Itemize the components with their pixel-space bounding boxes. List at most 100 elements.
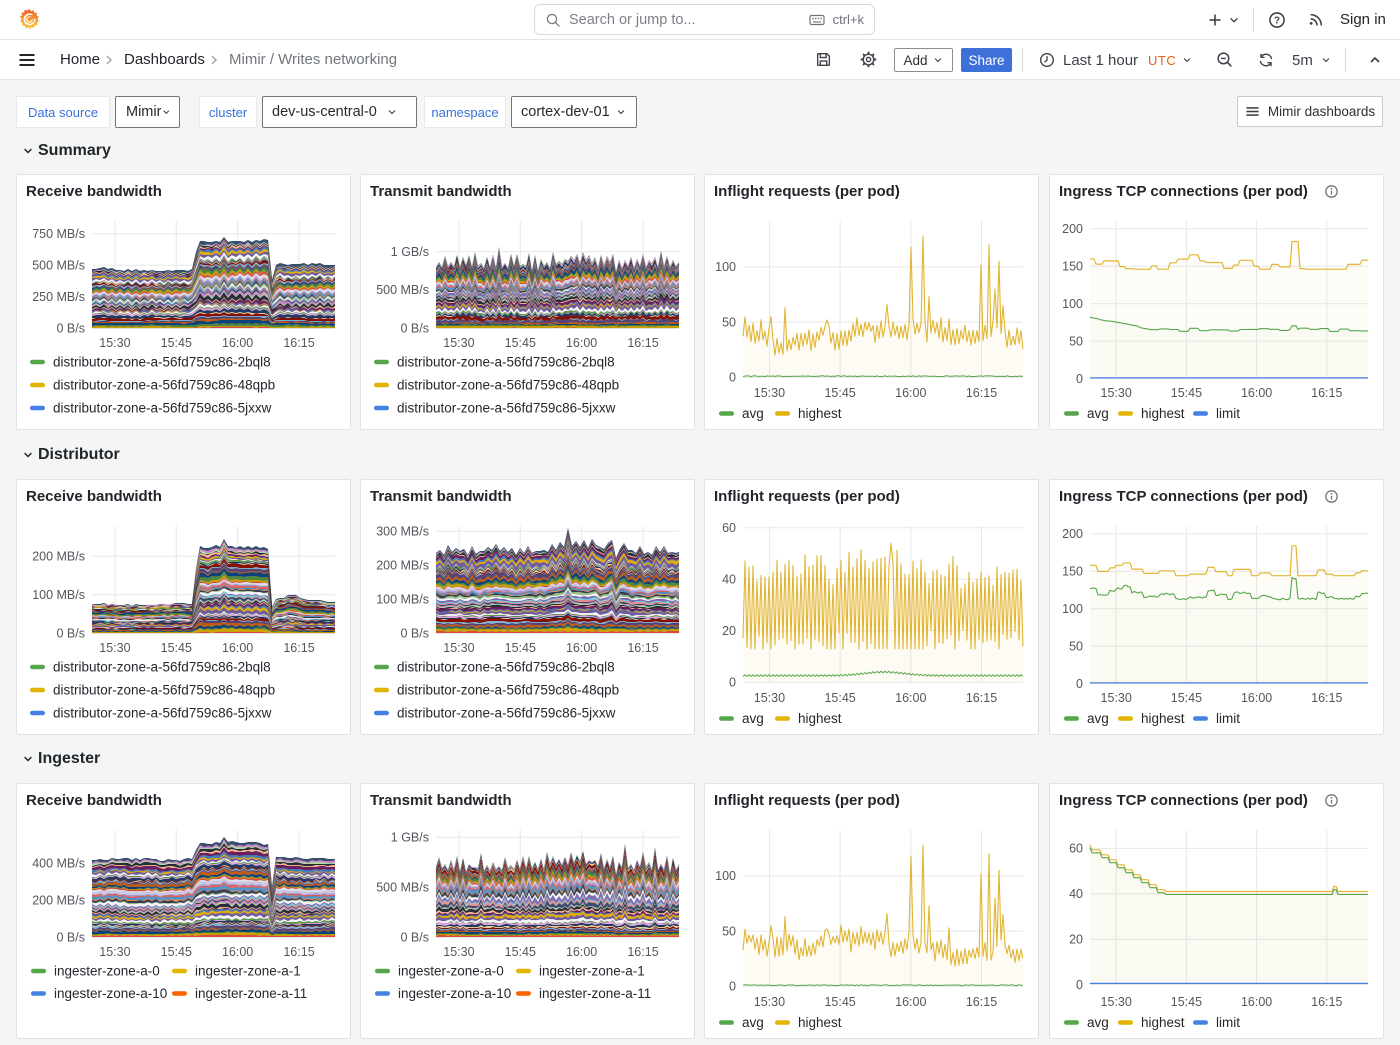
svg-text:Ingress TCP connections (per p: Ingress TCP connections (per pod) [1059,488,1308,505]
svg-text:Transmit bandwidth: Transmit bandwidth [370,183,512,200]
svg-text:50: 50 [1069,334,1083,348]
svg-text:50: 50 [722,924,736,938]
svg-text:Ingress TCP connections (per p: Ingress TCP connections (per pod) [1059,183,1308,200]
svg-text:750 MB/s: 750 MB/s [32,227,85,241]
svg-text:distributor-zone-a-56fd759c86-: distributor-zone-a-56fd759c86-48qpb [53,378,275,393]
svg-text:16:00: 16:00 [222,641,253,655]
svg-text:0 B/s: 0 B/s [57,627,86,641]
svg-text:1 GB/s: 1 GB/s [391,831,429,845]
svg-text:16:00: 16:00 [895,386,926,400]
svg-text:16:15: 16:15 [283,945,314,959]
svg-text:60: 60 [722,521,736,535]
svg-text:15:30: 15:30 [754,995,785,1009]
svg-text:50: 50 [1069,639,1083,653]
svg-text:distributor-zone-a-56fd759c86-: distributor-zone-a-56fd759c86-48qpb [397,378,619,393]
svg-text:Ingress TCP connections (per p: Ingress TCP connections (per pod) [1059,792,1308,809]
svg-text:distributor-zone-a-56fd759c86-: distributor-zone-a-56fd759c86-2bql8 [53,355,271,370]
svg-text:distributor-zone-a-56fd759c86-: distributor-zone-a-56fd759c86-5jxxw [397,706,616,721]
svg-text:16:00: 16:00 [1241,691,1272,705]
svg-text:16:00: 16:00 [222,336,253,350]
svg-text:highest: highest [798,1015,842,1030]
svg-text:20: 20 [1069,933,1083,947]
svg-text:0: 0 [729,980,736,994]
svg-text:15:45: 15:45 [505,336,536,350]
svg-text:ingester-zone-a-10: ingester-zone-a-10 [398,986,511,1001]
svg-text:limit: limit [1216,1015,1240,1030]
svg-text:Receive bandwidth: Receive bandwidth [26,488,162,505]
svg-text:16:15: 16:15 [627,336,658,350]
svg-text:15:45: 15:45 [824,691,855,705]
svg-text:15:45: 15:45 [824,386,855,400]
svg-text:highest: highest [1141,406,1185,421]
svg-text:0: 0 [1076,978,1083,992]
svg-text:highest: highest [798,711,842,726]
svg-text:?: ? [1274,15,1280,26]
svg-text:200 MB/s: 200 MB/s [376,559,429,573]
svg-text:15:45: 15:45 [1171,995,1202,1009]
svg-text:15:30: 15:30 [1101,995,1132,1009]
svg-text:0 B/s: 0 B/s [57,322,86,336]
svg-text:300 MB/s: 300 MB/s [376,525,429,539]
svg-text:Inflight requests (per pod): Inflight requests (per pod) [714,183,900,200]
svg-text:15:30: 15:30 [443,641,474,655]
svg-text:16:15: 16:15 [1311,691,1342,705]
svg-text:150: 150 [1062,565,1083,579]
svg-text:avg: avg [1087,1015,1109,1030]
svg-text:0 B/s: 0 B/s [401,931,430,945]
svg-text:distributor-zone-a-56fd759c86-: distributor-zone-a-56fd759c86-5jxxw [53,706,272,721]
svg-text:Inflight requests (per pod): Inflight requests (per pod) [714,488,900,505]
svg-text:16:00: 16:00 [222,945,253,959]
svg-text:20: 20 [722,624,736,638]
svg-text:distributor-zone-a-56fd759c86-: distributor-zone-a-56fd759c86-48qpb [53,683,275,698]
svg-text:0 B/s: 0 B/s [401,322,430,336]
svg-text:distributor-zone-a-56fd759c86-: distributor-zone-a-56fd759c86-5jxxw [53,401,272,416]
svg-text:15:30: 15:30 [99,336,130,350]
svg-text:150: 150 [1062,260,1083,274]
svg-text:avg: avg [742,406,764,421]
svg-text:16:15: 16:15 [1311,386,1342,400]
svg-text:16:15: 16:15 [283,641,314,655]
svg-text:16:00: 16:00 [566,336,597,350]
svg-text:highest: highest [1141,711,1185,726]
svg-text:distributor-zone-a-56fd759c86-: distributor-zone-a-56fd759c86-2bql8 [53,660,271,675]
svg-text:distributor-zone-a-56fd759c86-: distributor-zone-a-56fd759c86-2bql8 [397,660,615,675]
svg-text:15:45: 15:45 [1171,386,1202,400]
svg-text:500 MB/s: 500 MB/s [376,283,429,297]
svg-text:1 GB/s: 1 GB/s [391,245,429,259]
svg-text:16:15: 16:15 [966,386,997,400]
svg-text:0: 0 [1076,372,1083,386]
svg-text:16:15: 16:15 [966,691,997,705]
svg-text:60: 60 [1069,842,1083,856]
svg-text:15:30: 15:30 [99,945,130,959]
svg-text:100: 100 [1062,297,1083,311]
svg-text:ingester-zone-a-0: ingester-zone-a-0 [54,964,160,979]
svg-text:limit: limit [1216,711,1240,726]
svg-text:0: 0 [729,371,736,385]
svg-text:avg: avg [1087,406,1109,421]
svg-text:0: 0 [1076,677,1083,691]
svg-text:16:00: 16:00 [566,945,597,959]
svg-text:200 MB/s: 200 MB/s [32,894,85,908]
svg-text:highest: highest [798,406,842,421]
svg-text:400 MB/s: 400 MB/s [32,857,85,871]
svg-text:ingester-zone-a-10: ingester-zone-a-10 [54,986,167,1001]
svg-text:15:30: 15:30 [754,691,785,705]
svg-text:100: 100 [1062,602,1083,616]
svg-text:16:15: 16:15 [627,945,658,959]
svg-text:avg: avg [742,711,764,726]
svg-text:ingester-zone-a-1: ingester-zone-a-1 [195,964,301,979]
svg-text:distributor-zone-a-56fd759c86-: distributor-zone-a-56fd759c86-2bql8 [397,355,615,370]
svg-text:16:15: 16:15 [966,995,997,1009]
svg-text:Inflight requests (per pod): Inflight requests (per pod) [714,792,900,809]
svg-text:Transmit bandwidth: Transmit bandwidth [370,488,512,505]
svg-text:15:30: 15:30 [754,386,785,400]
svg-text:0: 0 [729,676,736,690]
svg-text:16:00: 16:00 [895,691,926,705]
svg-text:0 B/s: 0 B/s [401,627,430,641]
svg-text:15:30: 15:30 [443,945,474,959]
svg-text:ingester-zone-a-1: ingester-zone-a-1 [539,964,645,979]
svg-text:16:00: 16:00 [1241,386,1272,400]
svg-text:ingester-zone-a-11: ingester-zone-a-11 [195,986,307,1001]
svg-text:100: 100 [715,869,736,883]
svg-text:avg: avg [742,1015,764,1030]
